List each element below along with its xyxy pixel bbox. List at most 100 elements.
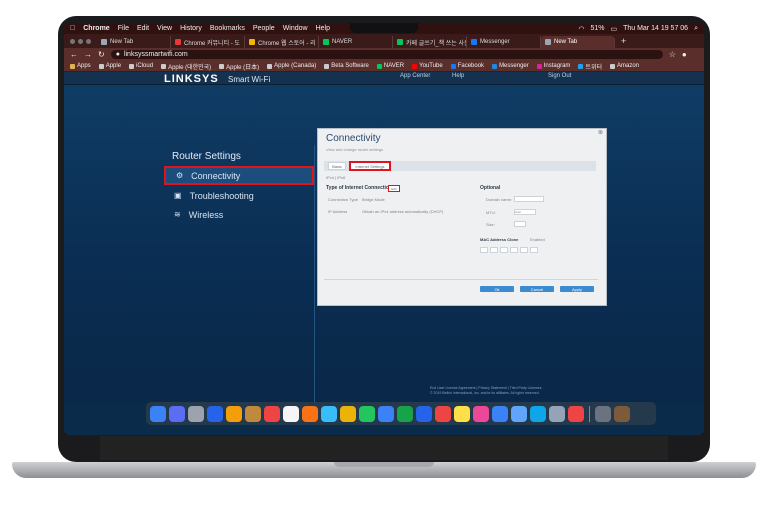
spotlight-icon[interactable]: ⌕ bbox=[694, 25, 698, 33]
browser-tab[interactable]: Chrome 웹 스토어 - 리 bbox=[245, 36, 319, 48]
site-info-icon[interactable]: ● bbox=[116, 51, 120, 58]
bookmark-item[interactable]: Beta Software bbox=[324, 63, 369, 69]
back-arrow-icon[interactable]: ← bbox=[70, 50, 78, 59]
dock-app-icon[interactable] bbox=[188, 405, 204, 422]
dock-app-icon[interactable] bbox=[568, 405, 584, 422]
dock-app-icon[interactable] bbox=[473, 405, 489, 422]
browser-tab[interactable]: 카페 글쓰기_책 쓰는 사는 bbox=[393, 36, 467, 48]
minimize-window-button[interactable] bbox=[78, 38, 83, 44]
forward-arrow-icon[interactable]: → bbox=[84, 50, 92, 59]
sign-out-link[interactable]: Sign Out bbox=[548, 73, 571, 79]
bookmark-item[interactable]: 트위터 bbox=[578, 62, 602, 71]
bookmark-favicon-icon bbox=[578, 63, 584, 69]
wifi-icon[interactable]: ◠ bbox=[578, 25, 584, 33]
dock-app-icon[interactable] bbox=[614, 405, 630, 422]
bookmark-item[interactable]: iCloud bbox=[129, 63, 153, 69]
close-icon[interactable]: ⊗ bbox=[598, 129, 603, 136]
mac-octet-input[interactable] bbox=[520, 247, 528, 253]
dock-app-icon[interactable] bbox=[595, 405, 611, 422]
dock-app-icon[interactable] bbox=[169, 405, 185, 422]
sidebar-item-troubleshooting[interactable]: ▣ Troubleshooting bbox=[164, 186, 314, 205]
menu-people[interactable]: People bbox=[253, 25, 275, 32]
bookmark-item[interactable]: Apple (대한민국) bbox=[161, 62, 211, 71]
dock-app-icon[interactable] bbox=[530, 405, 546, 422]
menu-window[interactable]: Window bbox=[283, 25, 308, 32]
mac-octet-input[interactable] bbox=[510, 247, 518, 253]
address-bar[interactable]: ● linksyssmartwifi.com bbox=[110, 50, 663, 59]
new-tab-plus-icon[interactable]: + bbox=[621, 36, 626, 46]
dock-app-icon[interactable] bbox=[416, 405, 432, 422]
dock-app-icon[interactable] bbox=[321, 405, 337, 422]
sidebar-item-wireless[interactable]: ≋ Wireless bbox=[164, 205, 314, 224]
bookmark-item[interactable]: Instagram bbox=[536, 63, 570, 69]
mac-octet-input[interactable] bbox=[480, 247, 488, 253]
reload-icon[interactable]: ↻ bbox=[98, 50, 105, 59]
bookmarks-bar: Apps Apple iCloud Apple (대한민국) Apple (日本) App… bbox=[64, 61, 704, 72]
menubar-clock[interactable]: Thu Mar 14 19 57 06 bbox=[623, 25, 688, 32]
zoom-window-button[interactable] bbox=[86, 38, 91, 44]
apply-button[interactable]: Apply bbox=[560, 286, 594, 292]
browser-tab[interactable]: Messenger bbox=[467, 36, 541, 48]
bookmark-item[interactable]: YouTube bbox=[412, 63, 443, 69]
bookmark-item[interactable]: Apple (Canada) bbox=[267, 63, 316, 69]
dock-app-icon[interactable] bbox=[302, 405, 318, 422]
mtu-size-input[interactable] bbox=[514, 221, 526, 227]
dock-app-icon[interactable] bbox=[454, 405, 470, 422]
footer-links[interactable]: End User License Agreement | Privacy Sta… bbox=[430, 386, 541, 390]
menu-bookmarks[interactable]: Bookmarks bbox=[210, 25, 245, 32]
browser-tab-active[interactable]: New Tab bbox=[541, 36, 615, 48]
app-center-link[interactable]: App Center bbox=[400, 73, 430, 79]
dock-app-icon[interactable] bbox=[359, 405, 375, 422]
sidebar-item-connectivity[interactable]: ⚙ Connectivity bbox=[164, 166, 314, 185]
bookmark-item[interactable]: Messenger bbox=[492, 63, 529, 69]
dock-app-icon[interactable] bbox=[264, 405, 280, 422]
dock-app-icon[interactable] bbox=[207, 405, 223, 422]
profile-avatar[interactable]: ● bbox=[682, 50, 687, 59]
browser-tab[interactable]: Chrome 커뮤니티 - 도 bbox=[171, 36, 245, 48]
dock-app-icon[interactable] bbox=[226, 405, 242, 422]
apple-icon[interactable]:  bbox=[70, 25, 75, 32]
dock-app-icon[interactable] bbox=[492, 405, 508, 422]
mtu-select[interactable]: Auto bbox=[514, 209, 536, 215]
battery-percent[interactable]: 51% bbox=[590, 25, 604, 32]
bookmark-item[interactable]: Amazon bbox=[610, 63, 639, 69]
connection-edit-link[interactable]: Edit bbox=[388, 185, 400, 192]
mac-octet-input[interactable] bbox=[500, 247, 508, 253]
bookmark-item[interactable]: Apple (日本) bbox=[219, 62, 259, 71]
tab-internet-settings[interactable]: Internet Settings bbox=[349, 161, 391, 171]
menu-history[interactable]: History bbox=[180, 25, 202, 32]
dock-app-icon[interactable] bbox=[150, 405, 166, 422]
tab-favicon bbox=[545, 39, 551, 45]
bookmark-star-icon[interactable]: ☆ bbox=[669, 50, 676, 59]
dock-app-icon[interactable] bbox=[549, 405, 565, 422]
ip-version-toggle[interactable]: IPv4 | IPv6 bbox=[326, 175, 345, 180]
bookmark-item[interactable]: Apps bbox=[70, 63, 91, 69]
linksys-logo[interactable]: LINKSYS bbox=[164, 73, 219, 85]
dock-app-icon[interactable] bbox=[378, 405, 394, 422]
domain-name-input[interactable] bbox=[514, 196, 544, 202]
close-window-button[interactable] bbox=[70, 38, 75, 44]
help-link[interactable]: Help bbox=[452, 73, 464, 79]
bookmark-item[interactable]: Facebook bbox=[450, 63, 484, 69]
cancel-button[interactable]: Cancel bbox=[520, 286, 554, 292]
dock-app-icon[interactable] bbox=[245, 405, 261, 422]
menu-app-name[interactable]: Chrome bbox=[83, 25, 109, 32]
bookmark-item[interactable]: Apple bbox=[98, 63, 121, 69]
bookmark-item[interactable]: NAVER bbox=[376, 63, 404, 69]
mac-octet-input[interactable] bbox=[490, 247, 498, 253]
browser-tab[interactable]: New Tab bbox=[97, 36, 171, 48]
menu-help[interactable]: Help bbox=[316, 25, 330, 32]
mac-clone-toggle[interactable]: Enabled bbox=[530, 237, 545, 242]
dock-app-icon[interactable] bbox=[435, 405, 451, 422]
dock-app-icon[interactable] bbox=[340, 405, 356, 422]
menu-edit[interactable]: Edit bbox=[137, 25, 149, 32]
dock-app-icon[interactable] bbox=[511, 405, 527, 422]
tab-basic[interactable]: Basic bbox=[328, 162, 346, 170]
browser-tab[interactable]: NAVER bbox=[319, 36, 393, 48]
dock-app-icon[interactable] bbox=[283, 405, 299, 422]
dock-app-icon[interactable] bbox=[397, 405, 413, 422]
mac-octet-input[interactable] bbox=[530, 247, 538, 253]
menu-view[interactable]: View bbox=[157, 25, 172, 32]
menu-file[interactable]: File bbox=[118, 25, 129, 32]
ok-button[interactable]: Ok bbox=[480, 286, 514, 292]
